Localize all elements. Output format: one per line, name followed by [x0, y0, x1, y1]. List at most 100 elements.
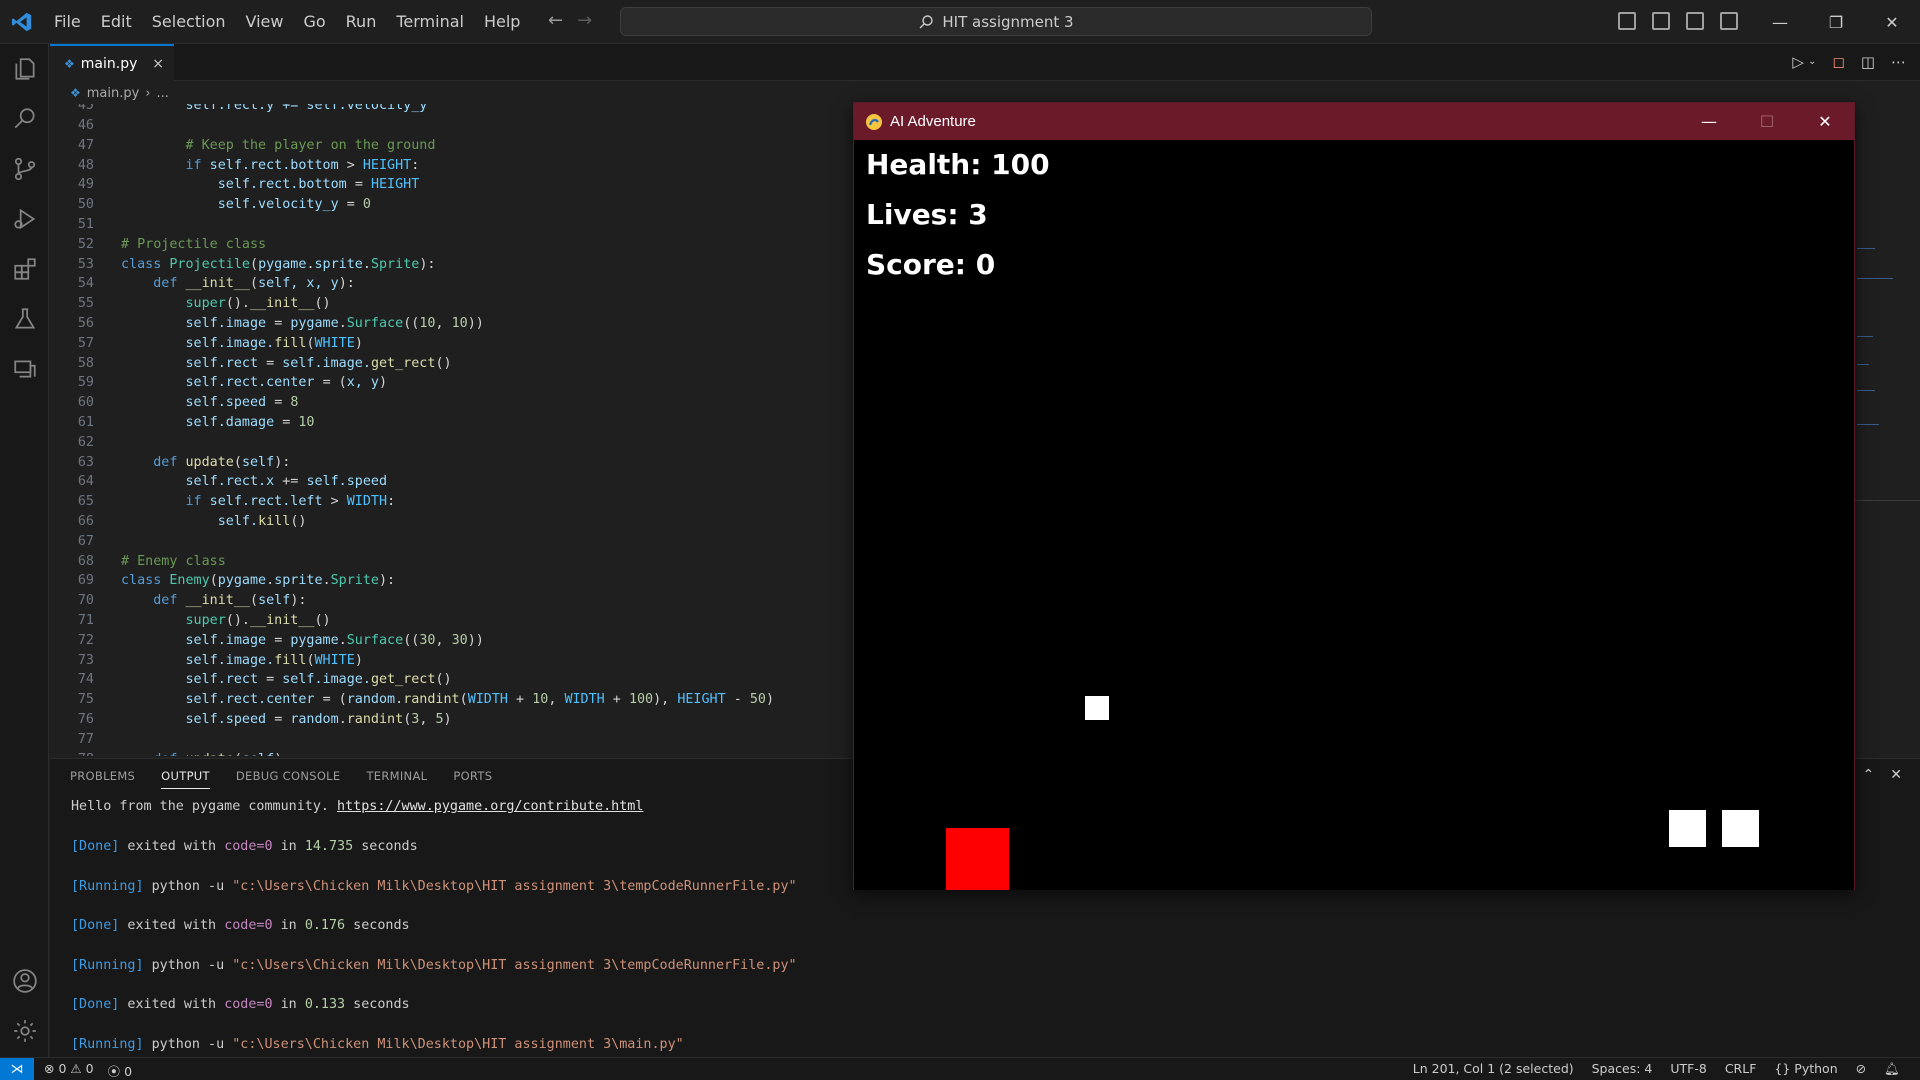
code-line[interactable]: 57 self.image.fill(WHITE)	[50, 334, 363, 354]
code-token: = (	[322, 692, 347, 708]
code-line[interactable]: 50 self.velocity_y = 0	[50, 195, 371, 215]
code-token: __init__	[250, 613, 315, 628]
code-line[interactable]: 63 def update(self):	[50, 453, 290, 473]
menu-help[interactable]: Help	[474, 0, 530, 44]
close-window-button[interactable]: ✕	[1864, 0, 1920, 44]
tab-close-icon[interactable]: ×	[152, 56, 164, 72]
code-line[interactable]: 77	[50, 730, 121, 750]
code-line[interactable]: 78 def update(self):	[50, 750, 290, 756]
code-line[interactable]: 60 self.speed = 8	[50, 393, 299, 413]
code-line[interactable]: 61 self.damage = 10	[50, 413, 315, 433]
split-editor-icon[interactable]: ◫	[1861, 53, 1875, 71]
menu-go[interactable]: Go	[293, 0, 335, 44]
accounts-icon[interactable]	[12, 968, 38, 994]
code-token: # Projectile class	[121, 236, 267, 252]
game-close-button[interactable]: ✕	[1796, 103, 1854, 140]
close-panel-icon[interactable]: ✕	[1890, 767, 1902, 783]
maximize-panel-icon[interactable]: ⌃	[1863, 767, 1875, 783]
cursor-position[interactable]: Ln 201, Col 1 (2 selected)	[1413, 1061, 1574, 1077]
indentation[interactable]: Spaces: 4	[1592, 1061, 1653, 1077]
copilot-icon[interactable]: ⊘	[1856, 1061, 1866, 1077]
menu-selection[interactable]: Selection	[142, 0, 236, 44]
code-line[interactable]: 71 super().__init__()	[50, 611, 331, 631]
code-line[interactable]: 76 self.speed = random.randint(3, 5)	[50, 710, 452, 730]
code-line[interactable]: 59 self.rect.center = (x, y)	[50, 373, 387, 393]
problems-status[interactable]: ⊗ 0 ⚠ 0	[44, 1061, 94, 1080]
tab-output[interactable]: OUTPUT	[161, 769, 210, 789]
code-line[interactable]: 75 self.rect.center = (random.randint(WI…	[50, 690, 774, 710]
minimap[interactable]	[1852, 104, 1920, 756]
tab-main-py[interactable]: ❖ main.py ×	[50, 44, 174, 81]
tab-problems[interactable]: PROBLEMS	[70, 769, 135, 789]
more-actions-icon[interactable]: ⋯	[1891, 53, 1906, 71]
menu-file[interactable]: File	[44, 0, 91, 44]
game-canvas[interactable]: Health: 100 Lives: 3 Score: 0	[854, 140, 1854, 890]
code-line[interactable]: 53 class Projectile(pygame.sprite.Sprite)…	[50, 255, 436, 275]
menu-run[interactable]: Run	[336, 0, 387, 44]
testing-icon[interactable]	[12, 306, 38, 332]
remote-indicator-icon[interactable]: ⋊	[0, 1058, 34, 1080]
code-line[interactable]: 52 # Projectile class	[50, 235, 266, 255]
breadcrumb-file[interactable]: main.py	[87, 86, 140, 101]
code-line[interactable]: 56 self.image = pygame.Surface((10, 10))	[50, 314, 484, 334]
game-minimize-button[interactable]: —	[1680, 103, 1738, 140]
end-of-line[interactable]: CRLF	[1725, 1061, 1757, 1077]
code-line[interactable]: 68 # Enemy class	[50, 552, 226, 572]
remote-explorer-icon[interactable]	[12, 356, 38, 382]
code-line[interactable]: 48 if self.rect.bottom > HEIGHT:	[50, 156, 419, 176]
code-token: = (	[322, 375, 347, 391]
encoding[interactable]: UTF-8	[1670, 1061, 1706, 1077]
menu-edit[interactable]: Edit	[91, 0, 142, 44]
restore-button[interactable]: ❐	[1808, 0, 1864, 44]
code-line[interactable]: 65 if self.rect.left > WIDTH:	[50, 492, 395, 512]
code-line[interactable]: 72 self.image = pygame.Surface((30, 30))	[50, 631, 484, 651]
minimap-viewport[interactable]	[1853, 500, 1920, 501]
code-line[interactable]: 58 self.rect = self.image.get_rect()	[50, 354, 452, 374]
code-line[interactable]: 55 super().__init__()	[50, 294, 331, 314]
code-line[interactable]: 49 self.rect.bottom = HEIGHT	[50, 175, 419, 195]
toggle-panel-icon[interactable]	[1652, 12, 1670, 30]
code-line[interactable]: 62	[50, 433, 121, 453]
code-line[interactable]: 54 def __init__(self, x, y):	[50, 274, 355, 294]
tab-ports[interactable]: PORTS	[453, 769, 492, 789]
stop-icon[interactable]: ◻	[1832, 53, 1844, 71]
code-line[interactable]: 45 self.rect.y += self.velocity_y	[50, 104, 427, 116]
search-view-icon[interactable]	[12, 106, 38, 132]
forward-arrow-icon[interactable]: →	[577, 10, 592, 31]
code-line[interactable]: 69 class Enemy(pygame.sprite.Sprite):	[50, 571, 395, 591]
code-line[interactable]: 64 self.rect.x += self.speed	[50, 472, 387, 492]
code-line[interactable]: 46	[50, 116, 121, 136]
explorer-icon[interactable]	[12, 56, 38, 82]
menu-terminal[interactable]: Terminal	[386, 0, 474, 44]
code-token: def	[153, 593, 186, 609]
code-line[interactable]: 66 self.kill()	[50, 512, 307, 532]
settings-gear-icon[interactable]	[12, 1018, 38, 1044]
output-text: python -u	[143, 1037, 233, 1052]
source-control-icon[interactable]	[12, 156, 38, 182]
extensions-icon[interactable]	[12, 256, 38, 282]
command-center-search[interactable]: HIT assignment 3	[620, 7, 1372, 36]
run-python-file-icon[interactable]: ▷	[1792, 53, 1804, 71]
run-dropdown-icon[interactable]: ⌄	[1808, 53, 1816, 71]
code-line[interactable]: 74 self.rect = self.image.get_rect()	[50, 670, 452, 690]
menu-view[interactable]: View	[236, 0, 294, 44]
toggle-secondary-sidebar-icon[interactable]	[1686, 12, 1704, 30]
output-link[interactable]: https://www.pygame.org/contribute.html	[337, 799, 643, 814]
language-mode[interactable]: {} Python	[1774, 1061, 1837, 1077]
minimize-button[interactable]: —	[1752, 0, 1808, 44]
code-line[interactable]: 70 def __init__(self):	[50, 591, 307, 611]
code-line[interactable]: 51	[50, 215, 121, 235]
toggle-primary-sidebar-icon[interactable]	[1618, 12, 1636, 30]
code-line[interactable]: 47 # Keep the player on the ground	[50, 136, 436, 156]
tab-terminal[interactable]: TERMINAL	[366, 769, 427, 789]
notifications-bell-icon[interactable]: 🔔︎	[1884, 1061, 1900, 1077]
code-token: Projectile	[169, 256, 250, 272]
code-line[interactable]: 73 self.image.fill(WHITE)	[50, 651, 363, 671]
run-debug-icon[interactable]	[12, 206, 38, 232]
customize-layout-icon[interactable]	[1720, 12, 1738, 30]
tab-debug-console[interactable]: DEBUG CONSOLE	[236, 769, 341, 789]
code-line[interactable]: 67	[50, 532, 121, 552]
breadcrumb-symbol[interactable]: ...	[157, 86, 169, 101]
ports-status[interactable]: ⦿ 0	[108, 1061, 132, 1080]
back-arrow-icon[interactable]: ←	[548, 10, 563, 31]
